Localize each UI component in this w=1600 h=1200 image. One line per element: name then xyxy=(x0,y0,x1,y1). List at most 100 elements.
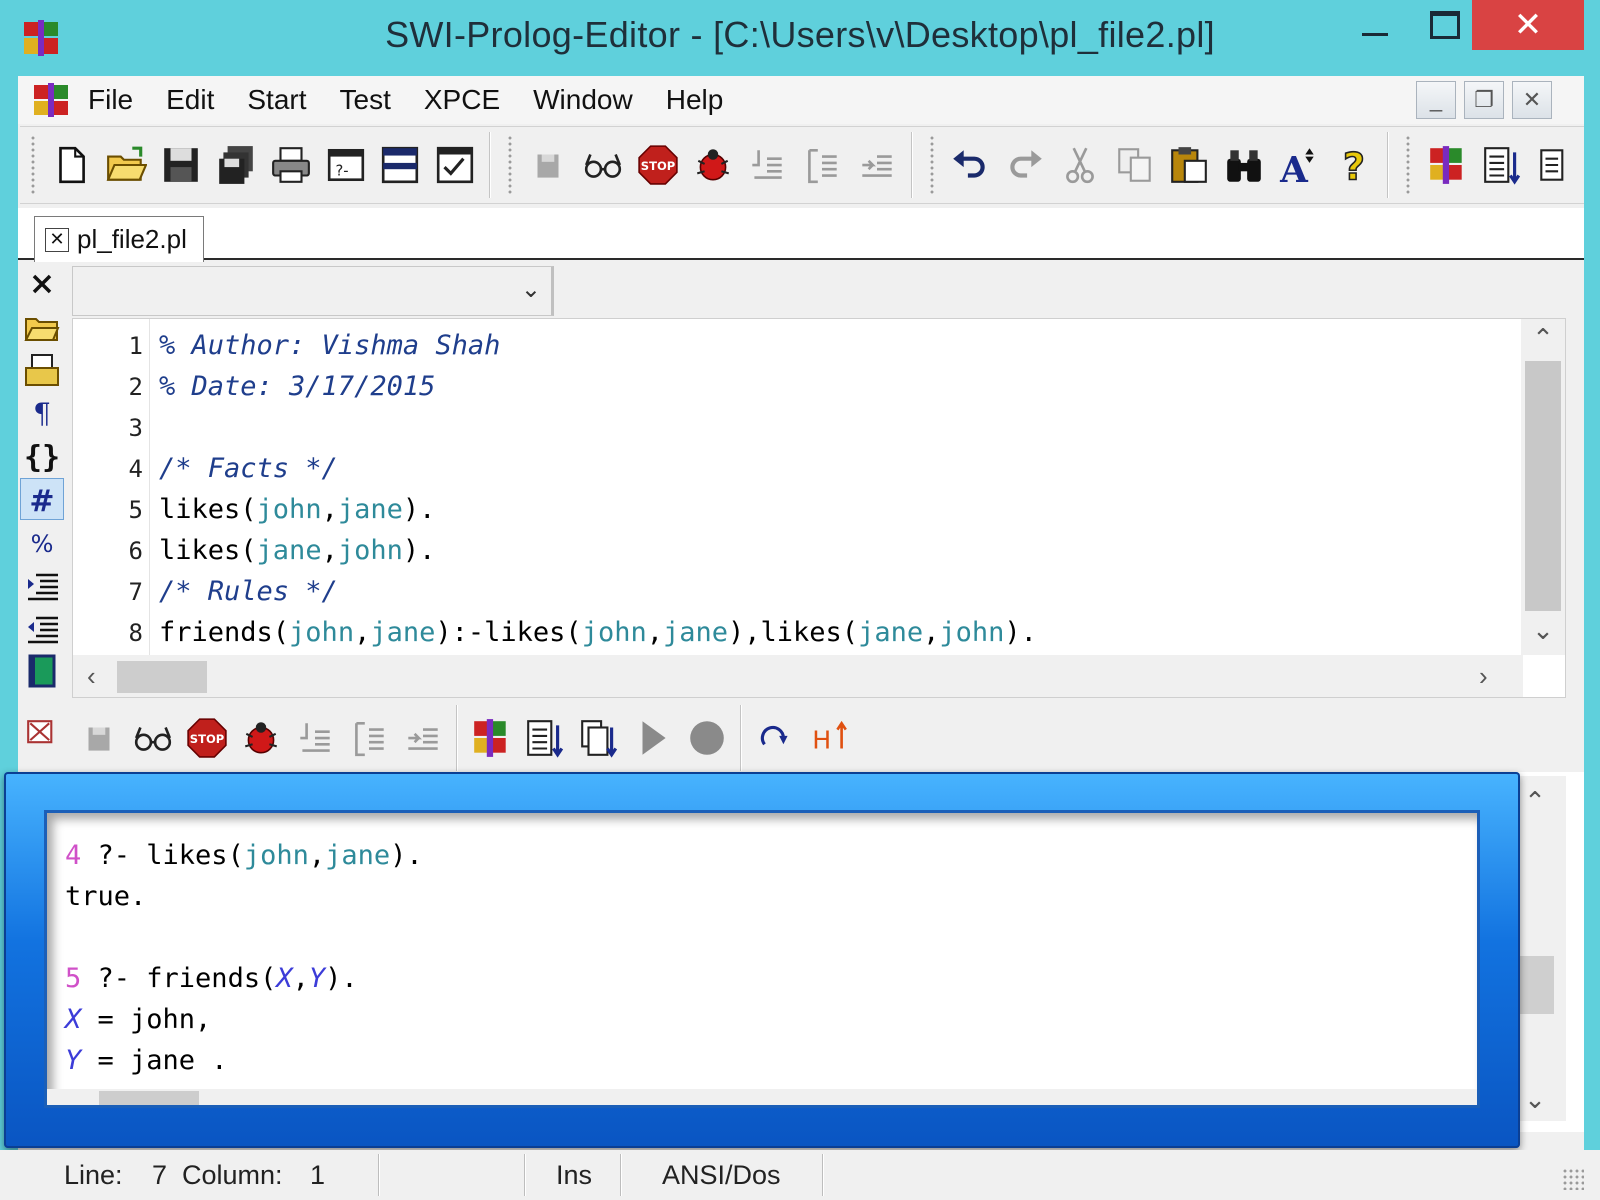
redo-button[interactable] xyxy=(997,137,1052,193)
scroll-down-icon[interactable]: ⌄ xyxy=(1521,615,1565,646)
chevron-down-icon[interactable]: ⌄ xyxy=(521,275,541,304)
step-in-button[interactable] xyxy=(740,137,795,193)
print-button[interactable] xyxy=(263,137,318,193)
toolbar-grip[interactable] xyxy=(30,135,36,195)
indent-button[interactable] xyxy=(20,564,64,606)
scroll-thumb[interactable] xyxy=(1525,361,1561,611)
console-step-out-button[interactable] xyxy=(396,710,450,766)
new-file-button[interactable] xyxy=(44,137,99,193)
scroll-thumb[interactable] xyxy=(99,1091,199,1105)
console-redo-button[interactable] xyxy=(748,710,802,766)
window-close-button[interactable]: ✕ xyxy=(1472,0,1584,50)
tab-close-icon[interactable]: ✕ xyxy=(45,227,69,252)
line-numbers-button[interactable]: # xyxy=(20,478,64,520)
console-consult-button[interactable] xyxy=(518,710,572,766)
console-close-button[interactable] xyxy=(18,710,72,766)
console-stop-button[interactable]: STOP xyxy=(180,710,234,766)
code-line[interactable]: 3 xyxy=(73,407,1505,448)
outdent-button[interactable] xyxy=(20,607,64,649)
find-button[interactable] xyxy=(1217,137,1272,193)
console-horizontal-scrollbar[interactable] xyxy=(47,1089,1477,1105)
editor-horizontal-scrollbar[interactable]: ‹ › xyxy=(73,655,1523,697)
play-icon xyxy=(642,721,666,755)
console-debug-button[interactable] xyxy=(234,710,288,766)
save-all-button[interactable] xyxy=(208,137,263,193)
help-button[interactable]: ? xyxy=(1327,137,1382,193)
scroll-thumb[interactable] xyxy=(1516,956,1554,1014)
braces-button[interactable]: {} xyxy=(20,435,64,477)
spy-button[interactable] xyxy=(575,137,630,193)
console-consult-all-button[interactable] xyxy=(572,710,626,766)
run-prolog-button[interactable] xyxy=(1419,137,1474,193)
tab-pl-file2[interactable]: ✕ pl_file2.pl xyxy=(34,216,204,262)
copy-button[interactable] xyxy=(1107,137,1162,193)
window-minimize-button[interactable] xyxy=(1340,0,1410,50)
code-line[interactable]: 1 % Author: Vishma Shah xyxy=(73,325,1505,366)
toolbar-grip[interactable] xyxy=(506,135,513,195)
code-line[interactable]: 7 /* Rules */ xyxy=(73,571,1505,612)
editor-vertical-scrollbar[interactable]: ⌃ ⌄ xyxy=(1521,319,1565,655)
step-over-icon xyxy=(355,721,384,757)
document-minimize-button[interactable]: _ xyxy=(1416,81,1456,119)
open-file-side-button[interactable] xyxy=(20,349,64,391)
console-step-in-button[interactable] xyxy=(288,710,342,766)
split-window-button[interactable] xyxy=(373,137,428,193)
code-line[interactable]: 8 friends(john,jane):-likes(john,jane),li… xyxy=(73,612,1505,653)
debug-button[interactable] xyxy=(685,137,740,193)
code-line[interactable]: 4 /* Facts */ xyxy=(73,448,1505,489)
stop-button[interactable]: STOP xyxy=(630,137,685,193)
window-maximize-button[interactable] xyxy=(1410,0,1480,50)
console-output[interactable]: 4 ?- likes(john, jane). true. 5 ?- friends(… xyxy=(44,810,1480,1108)
console-history-button[interactable]: H xyxy=(802,710,856,766)
document-restore-button[interactable]: ❐ xyxy=(1464,81,1504,119)
resize-grip[interactable] xyxy=(1562,1168,1584,1190)
cut-button[interactable] xyxy=(1052,137,1107,193)
toolbar-grip[interactable] xyxy=(928,135,935,195)
open-folder-side-button[interactable] xyxy=(20,306,64,348)
scroll-right-icon[interactable]: › xyxy=(1479,661,1488,692)
code-text-area[interactable]: 1 % Author: Vishma Shah 2 % Date: 3/17/2015… xyxy=(73,325,1505,653)
scroll-up-icon[interactable]: ⌃ xyxy=(1521,323,1565,354)
menu-window[interactable]: Window xyxy=(533,84,633,116)
open-file-button[interactable] xyxy=(99,137,154,193)
scroll-thumb[interactable] xyxy=(117,661,207,693)
undo-button[interactable] xyxy=(943,137,998,193)
document-close-button[interactable]: ✕ xyxy=(1512,81,1552,119)
code-line[interactable]: 6 likes(jane,john). xyxy=(73,530,1505,571)
menu-start[interactable]: Start xyxy=(247,84,306,116)
more-toolbar-button[interactable] xyxy=(1529,137,1584,193)
status-divider xyxy=(822,1154,824,1196)
step-over-button[interactable] xyxy=(795,137,850,193)
step-out-button[interactable] xyxy=(850,137,905,193)
scroll-left-icon[interactable]: ‹ xyxy=(87,661,96,692)
console-text-area[interactable]: 4 ?- likes(john, jane). true. 5 ?- friends(… xyxy=(47,835,1477,1081)
code-line[interactable]: 2 % Date: 3/17/2015 xyxy=(73,366,1505,407)
console-spy-button[interactable] xyxy=(126,710,180,766)
menu-xpce[interactable]: XPCE xyxy=(424,84,500,116)
menu-edit[interactable]: Edit xyxy=(166,84,214,116)
console-step-over-button[interactable] xyxy=(342,710,396,766)
save-button[interactable] xyxy=(154,137,209,193)
save-disabled-button[interactable] xyxy=(521,137,576,193)
close-panel-button[interactable] xyxy=(20,263,64,305)
book-button[interactable] xyxy=(20,650,64,692)
code-editor[interactable]: 1 % Author: Vishma Shah 2 % Date: 3/17/2015… xyxy=(72,318,1566,698)
comment-button[interactable]: % xyxy=(20,521,64,563)
font-size-button[interactable]: A xyxy=(1272,137,1327,193)
console-record-button[interactable] xyxy=(680,710,734,766)
toolbar-grip[interactable] xyxy=(1405,135,1412,195)
consult-query-button[interactable]: ?- xyxy=(318,137,373,193)
predicate-combobox[interactable]: ⌄ xyxy=(72,266,554,316)
paste-button[interactable] xyxy=(1162,137,1217,193)
document-app-icon[interactable] xyxy=(34,83,70,117)
checklist-button[interactable] xyxy=(428,137,483,193)
console-save-button[interactable] xyxy=(72,710,126,766)
menu-help[interactable]: Help xyxy=(666,84,724,116)
consult-button[interactable] xyxy=(1474,137,1529,193)
menu-test[interactable]: Test xyxy=(340,84,391,116)
paragraph-button[interactable]: ¶ xyxy=(20,392,64,434)
code-line[interactable]: 5 likes(john,jane). xyxy=(73,489,1505,530)
console-run-button[interactable] xyxy=(626,710,680,766)
menu-file[interactable]: File xyxy=(88,84,133,116)
console-run-prolog-button[interactable] xyxy=(464,710,518,766)
